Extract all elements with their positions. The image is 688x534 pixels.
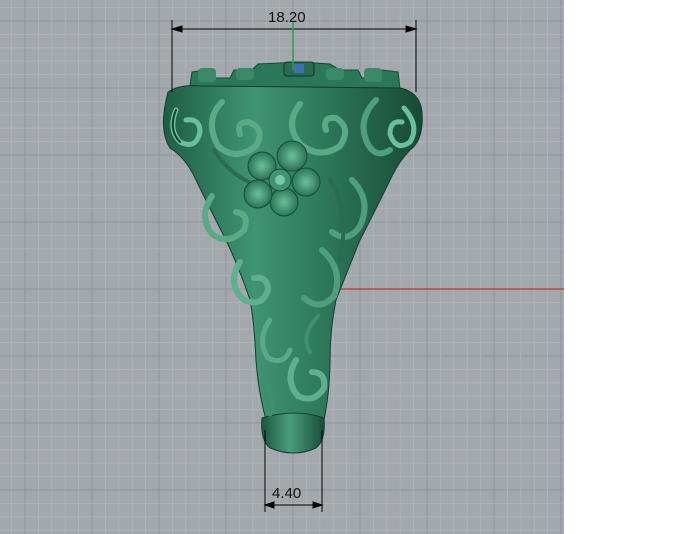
- gem-stone: [294, 64, 304, 73]
- viewport-canvas[interactable]: [0, 0, 688, 534]
- prong-center-right: [326, 68, 344, 80]
- dimension-top-label: 18.20: [268, 9, 306, 26]
- 3d-viewport[interactable]: 18.20 4.40: [0, 0, 688, 534]
- dimension-bottom-label: 4.40: [272, 485, 302, 502]
- prong-right: [364, 68, 382, 82]
- prong-left: [198, 68, 216, 82]
- ring-shank: [261, 412, 325, 454]
- prong-center-left: [236, 68, 254, 80]
